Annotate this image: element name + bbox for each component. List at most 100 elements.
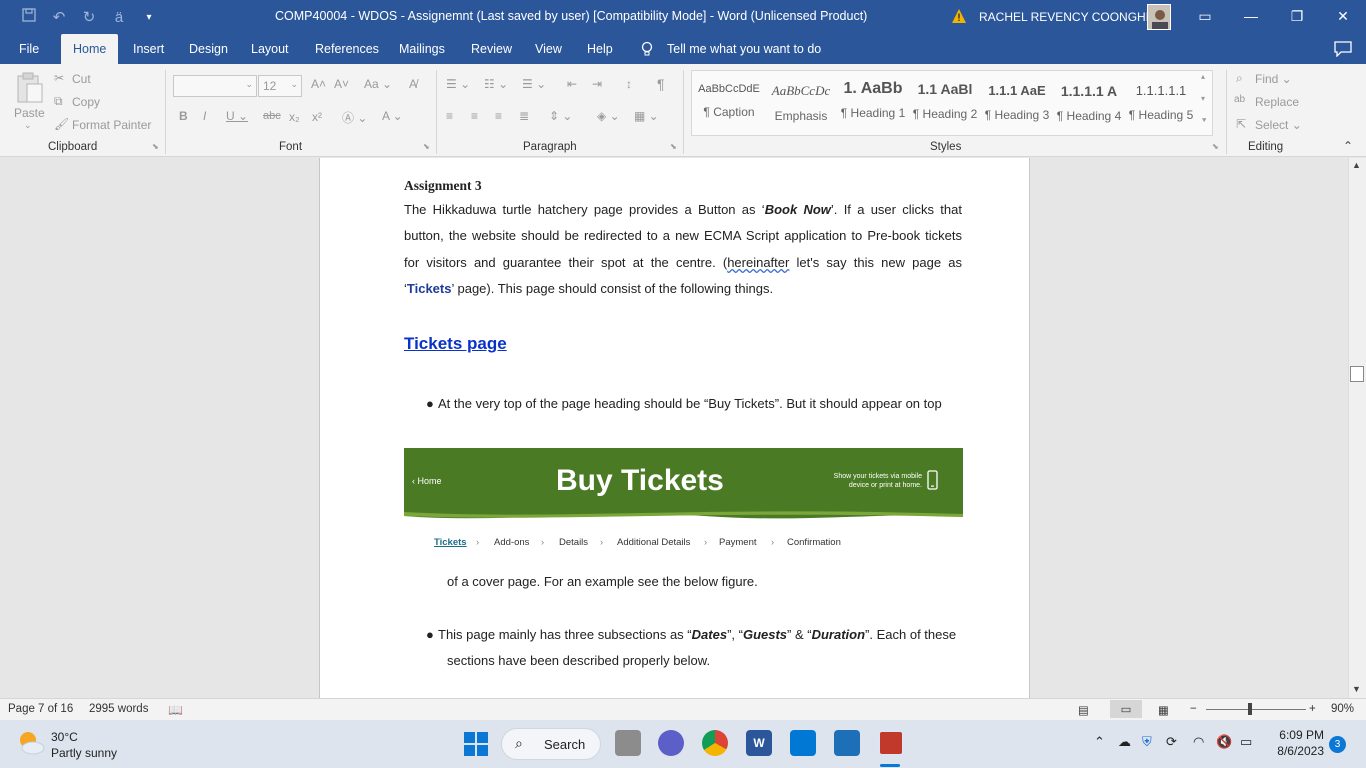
shrink-font-icon[interactable]: A˅ (334, 77, 349, 91)
minimize-icon[interactable]: — (1228, 0, 1274, 34)
page-count[interactable]: Page 7 of 16 (8, 703, 73, 715)
numbering-icon[interactable]: ☷ ⌄ (484, 77, 508, 91)
web-layout-icon[interactable]: ▦ (1158, 703, 1169, 717)
zoom-in-icon[interactable]: + (1309, 703, 1316, 715)
superscript-icon[interactable]: x² (312, 110, 322, 124)
clock-date[interactable]: 8/6/2023 (1264, 744, 1324, 758)
vertical-scrollbar[interactable]: ▲ ▼ (1348, 158, 1366, 698)
word-count[interactable]: 2995 words (89, 703, 148, 715)
proofing-icon[interactable]: 📖 (168, 703, 183, 717)
copy-button[interactable]: Copy (72, 95, 100, 109)
increase-indent-icon[interactable]: ⇥ (592, 77, 602, 91)
scroll-down-icon[interactable]: ▼ (1352, 684, 1361, 694)
zoom-level[interactable]: 90% (1331, 703, 1354, 715)
change-case-icon[interactable]: Aa ⌄ (364, 77, 392, 91)
style-heading-1[interactable]: 1. AaBb ¶ Heading 1 (838, 74, 908, 130)
shading-icon[interactable]: ◈ ⌄ (597, 109, 620, 123)
taskbar-search[interactable]: ⌕ Search (501, 728, 601, 760)
style-heading-3[interactable]: 1.1.1 AaE ¶ Heading 3 (982, 74, 1052, 130)
cut-icon[interactable]: ✂ (54, 71, 64, 85)
sort-icon[interactable]: ↕ (626, 77, 632, 91)
cut-button[interactable]: Cut (72, 72, 91, 86)
text-effects-icon[interactable]: Ⓐ ⌄ (342, 109, 367, 126)
paste-button[interactable]: Paste (14, 106, 45, 120)
italic-icon[interactable]: I (203, 109, 206, 123)
bullets-icon[interactable]: ☰ ⌄ (446, 77, 470, 91)
user-name[interactable]: RACHEL REVENCY COONGHE (979, 10, 1154, 24)
collapse-ribbon-icon[interactable]: ⌃ (1343, 139, 1353, 153)
notepad-icon[interactable] (834, 730, 860, 756)
replace-icon[interactable]: ab (1234, 94, 1245, 105)
tab-design[interactable]: Design (189, 34, 228, 64)
clear-formatting-icon[interactable]: A̸ (409, 77, 417, 91)
zoom-out-icon[interactable]: − (1190, 703, 1197, 715)
read-mode-icon[interactable]: ▤ (1078, 703, 1089, 717)
justify-icon[interactable]: ≣ (519, 109, 529, 123)
ribbon-display-icon[interactable]: ▭ (1182, 0, 1228, 34)
redo-icon[interactable]: ↻ (76, 8, 102, 26)
multilevel-list-icon[interactable]: ☰ ⌄ (522, 77, 546, 91)
bold-icon[interactable]: B (179, 109, 188, 123)
select-button[interactable]: Select ⌄ (1255, 118, 1302, 132)
font-name-combo[interactable]: ⌄ (173, 75, 257, 97)
clipboard-launcher-icon[interactable]: ⬊ (152, 142, 159, 151)
strikethrough-icon[interactable]: abc (263, 110, 281, 122)
styles-launcher-icon[interactable]: ⬊ (1212, 142, 1219, 151)
grow-font-icon[interactable]: A˄ (311, 77, 326, 91)
snipping-tool-icon[interactable] (878, 730, 904, 756)
weather-icon[interactable] (16, 728, 46, 758)
scroll-up-icon[interactable]: ▲ (1352, 160, 1361, 170)
tab-mailings[interactable]: Mailings (399, 34, 445, 64)
weather-temperature[interactable]: 30°C (51, 730, 78, 744)
align-right-icon[interactable]: ≡ (495, 109, 502, 123)
chevron-up-icon[interactable]: ⌃ (1094, 734, 1105, 750)
scrollbar-thumb[interactable] (1350, 366, 1364, 382)
find-icon[interactable]: ⌕ (1236, 71, 1243, 86)
show-formatting-icon[interactable]: ¶ (657, 76, 665, 92)
save-icon[interactable] (16, 7, 42, 27)
notification-badge[interactable]: 3 (1329, 736, 1346, 753)
borders-icon[interactable]: ▦ ⌄ (634, 109, 659, 123)
tab-help[interactable]: Help (587, 34, 613, 64)
select-icon[interactable]: ⇱ (1236, 117, 1246, 131)
tab-layout[interactable]: Layout (251, 34, 289, 64)
line-spacing-icon[interactable]: ⇕ ⌄ (549, 109, 572, 123)
align-center-icon[interactable]: ≡ (471, 109, 478, 123)
undo-icon[interactable]: ↶ (46, 8, 72, 26)
tab-view[interactable]: View (535, 34, 562, 64)
warning-icon[interactable] (951, 8, 967, 24)
style-caption[interactable]: AaBbCcDdE ¶ Caption (694, 74, 764, 130)
comments-icon[interactable] (1334, 34, 1352, 64)
close-icon[interactable]: ✕ (1320, 0, 1366, 34)
shield-icon[interactable]: ⛨ (1142, 734, 1152, 750)
clock-time[interactable]: 6:09 PM (1274, 728, 1324, 742)
restore-icon[interactable]: ❐ (1274, 0, 1320, 34)
customize-icon[interactable]: ▾ (136, 12, 162, 23)
wifi-icon[interactable]: ◠ (1193, 734, 1204, 750)
copy-icon[interactable]: ⧉ (54, 94, 63, 109)
chrome-icon[interactable] (702, 730, 728, 756)
align-left-icon[interactable]: ≡ (446, 109, 453, 123)
format-painter-icon[interactable]: 🖌 (54, 117, 69, 131)
font-color-icon[interactable]: A ⌄ (382, 109, 403, 123)
avatar[interactable] (1147, 4, 1171, 30)
print-layout-icon[interactable]: ▭ (1110, 700, 1142, 718)
paragraph-launcher-icon[interactable]: ⬊ (670, 142, 677, 151)
style-heading-5[interactable]: 1.1.1.1.1 ¶ Heading 5 (1126, 74, 1196, 130)
font-size-combo[interactable]: 12 ⌄ (258, 75, 302, 97)
tab-references[interactable]: References (315, 34, 379, 64)
tab-review[interactable]: Review (471, 34, 512, 64)
styles-more-icon[interactable]: ⯆ (1201, 116, 1207, 126)
format-painter-button[interactable]: Format Painter (72, 118, 151, 132)
style-emphasis[interactable]: AaBbCcDc Emphasis (766, 74, 836, 130)
style-heading-4[interactable]: 1.1.1.1 A ¶ Heading 4 (1054, 74, 1124, 130)
word-icon[interactable]: W (746, 730, 772, 756)
teams-chat-icon[interactable] (658, 730, 684, 756)
find-button[interactable]: Find ⌄ (1255, 72, 1292, 86)
sync-icon[interactable]: ⟳ (1166, 734, 1177, 750)
weather-description[interactable]: Partly sunny (51, 746, 117, 760)
zoom-slider-thumb[interactable] (1248, 703, 1252, 715)
tab-insert[interactable]: Insert (133, 34, 164, 64)
subscript-icon[interactable]: x₂ (289, 110, 300, 124)
styles-scroll-down-icon[interactable]: ▾ (1201, 94, 1205, 103)
